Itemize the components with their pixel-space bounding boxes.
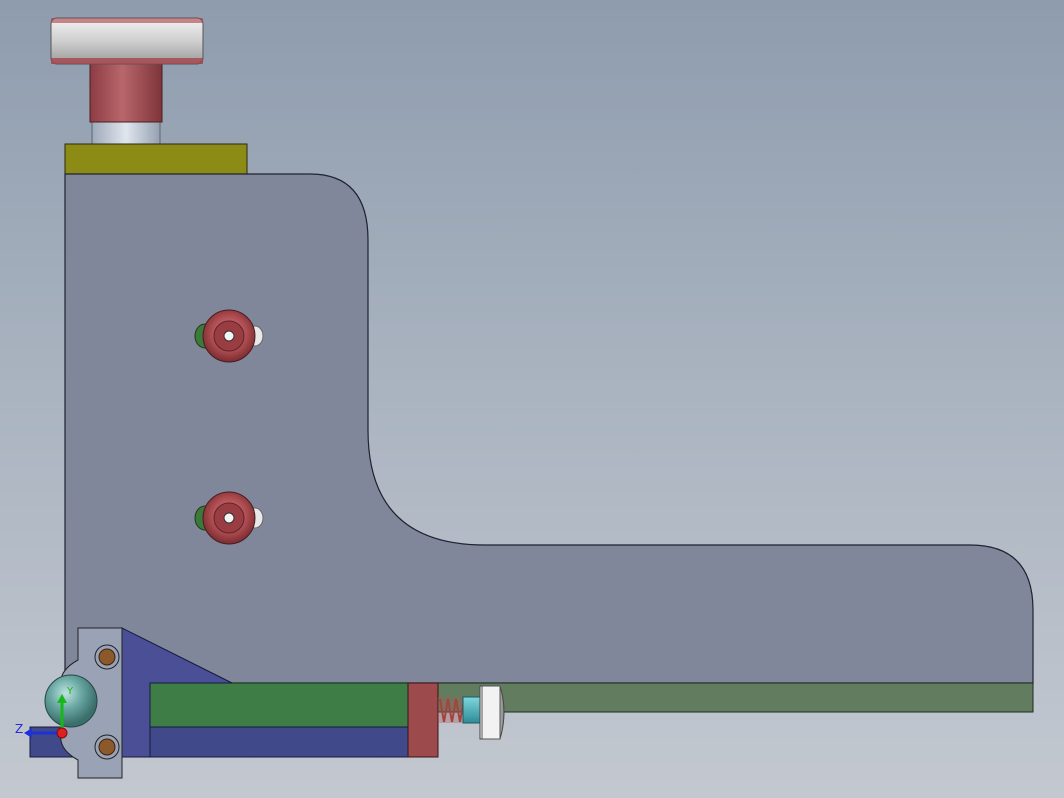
triad-z-arrow-icon bbox=[24, 728, 32, 738]
top-knob[interactable] bbox=[50, 17, 204, 145]
cad-graphics-viewport[interactable]: Z Y bbox=[0, 0, 1064, 798]
base-rail-right[interactable] bbox=[437, 682, 1034, 713]
triad-x-origin bbox=[56, 727, 68, 739]
knob-cap-rim bbox=[51, 58, 203, 64]
thumb-screw-face bbox=[481, 685, 501, 740]
green-rail[interactable] bbox=[149, 682, 411, 728]
model-view[interactable] bbox=[0, 0, 1064, 798]
top-plate[interactable] bbox=[64, 143, 248, 175]
mount-hole-upper bbox=[94, 644, 120, 670]
compression-spring bbox=[438, 697, 465, 723]
mount-hole-lower bbox=[94, 734, 120, 760]
screw-hole bbox=[223, 512, 235, 524]
end-block[interactable] bbox=[407, 682, 439, 758]
knob-stem bbox=[89, 61, 163, 123]
knob-cap-top-rim bbox=[51, 18, 203, 23]
knob-cap bbox=[50, 17, 204, 65]
knob-shaft bbox=[91, 119, 161, 145]
triad-z-label: Z bbox=[15, 722, 24, 736]
ball-knob[interactable] bbox=[44, 674, 98, 728]
screw-hole bbox=[223, 330, 235, 342]
l-bracket-body[interactable] bbox=[64, 173, 1034, 684]
triad-y-label: Y bbox=[67, 686, 74, 697]
